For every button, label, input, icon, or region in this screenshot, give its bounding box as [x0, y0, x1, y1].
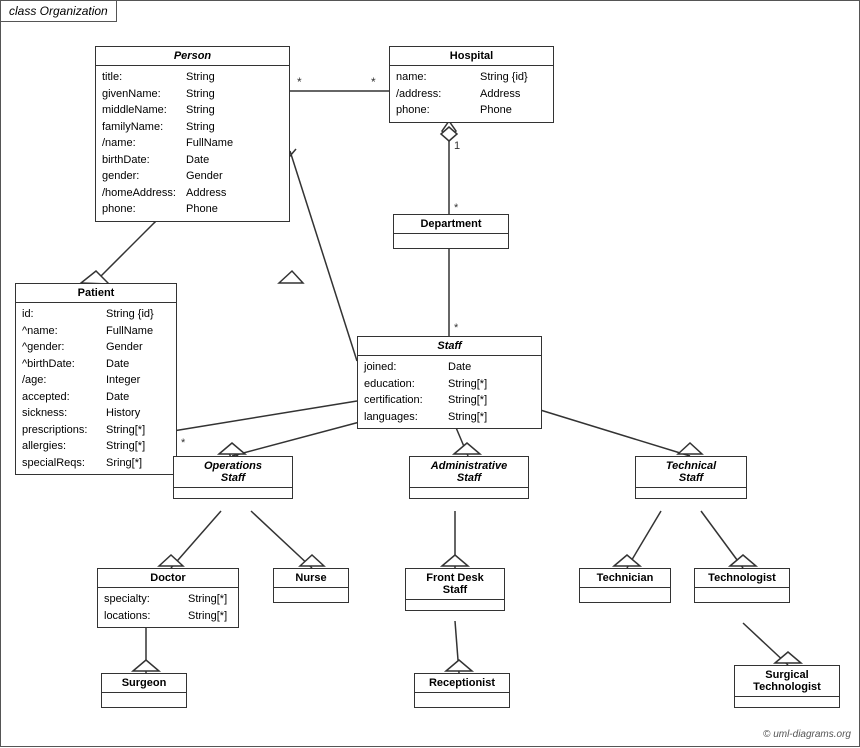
class-admin-staff-name: AdministrativeStaff	[410, 457, 528, 488]
class-surgeon-name: Surgeon	[102, 674, 186, 693]
class-department-name: Department	[394, 215, 508, 234]
class-staff-name: Staff	[358, 337, 541, 356]
class-person: Person title:String givenName:String mid…	[95, 46, 290, 222]
class-department: Department	[393, 214, 509, 249]
class-tech-staff: TechnicalStaff	[635, 456, 747, 499]
class-technologist-name: Technologist	[695, 569, 789, 588]
class-hospital-attrs: name:String {id} /address:Address phone:…	[390, 66, 553, 122]
class-person-name: Person	[96, 47, 289, 66]
svg-text:*: *	[454, 202, 459, 214]
svg-text:1: 1	[454, 140, 460, 152]
class-tech-staff-name: TechnicalStaff	[636, 457, 746, 488]
class-tech-staff-attrs	[636, 488, 746, 498]
class-frontdesk-attrs	[406, 600, 504, 610]
class-patient-name: Patient	[16, 284, 176, 303]
class-surgical-tech: SurgicalTechnologist	[734, 665, 840, 708]
class-receptionist: Receptionist	[414, 673, 510, 708]
copyright-text: © uml-diagrams.org	[763, 729, 851, 740]
class-hospital: Hospital name:String {id} /address:Addre…	[389, 46, 554, 123]
class-surgical-tech-name: SurgicalTechnologist	[735, 666, 839, 697]
class-technologist: Technologist	[694, 568, 790, 603]
class-surgical-tech-attrs	[735, 697, 839, 707]
class-ops-staff-attrs	[174, 488, 292, 498]
class-receptionist-attrs	[415, 693, 509, 707]
class-technologist-attrs	[695, 588, 789, 602]
class-doctor-name: Doctor	[98, 569, 238, 588]
class-doctor-attrs: specialty:String[*] locations:String[*]	[98, 588, 238, 627]
class-surgeon: Surgeon	[101, 673, 187, 708]
class-admin-staff: AdministrativeStaff	[409, 456, 529, 499]
class-staff: Staff joined:Date education:String[*] ce…	[357, 336, 542, 429]
svg-text:*: *	[371, 75, 376, 89]
diagram-title: class Organization	[1, 1, 117, 22]
class-staff-attrs: joined:Date education:String[*] certific…	[358, 356, 541, 428]
class-nurse-name: Nurse	[274, 569, 348, 588]
diagram-container: class Organization * * 1 * 1 * *	[0, 0, 860, 747]
class-nurse-attrs	[274, 588, 348, 602]
class-operations-staff: OperationsStaff	[173, 456, 293, 499]
svg-text:*: *	[181, 437, 186, 449]
class-ops-staff-name: OperationsStaff	[174, 457, 292, 488]
class-surgeon-attrs	[102, 693, 186, 707]
class-doctor: Doctor specialty:String[*] locations:Str…	[97, 568, 239, 628]
class-patient-attrs: id:String {id} ^name:FullName ^gender:Ge…	[16, 303, 176, 474]
class-nurse: Nurse	[273, 568, 349, 603]
svg-text:*: *	[454, 322, 459, 334]
class-technician-name: Technician	[580, 569, 670, 588]
class-admin-staff-attrs	[410, 488, 528, 498]
svg-text:*: *	[297, 75, 302, 89]
class-department-attrs	[394, 234, 508, 248]
class-person-attrs: title:String givenName:String middleName…	[96, 66, 289, 221]
class-hospital-name: Hospital	[390, 47, 553, 66]
class-technician: Technician	[579, 568, 671, 603]
class-frontdesk: Front DeskStaff	[405, 568, 505, 611]
class-patient: Patient id:String {id} ^name:FullName ^g…	[15, 283, 177, 475]
class-frontdesk-name: Front DeskStaff	[406, 569, 504, 600]
class-technician-attrs	[580, 588, 670, 602]
class-receptionist-name: Receptionist	[415, 674, 509, 693]
